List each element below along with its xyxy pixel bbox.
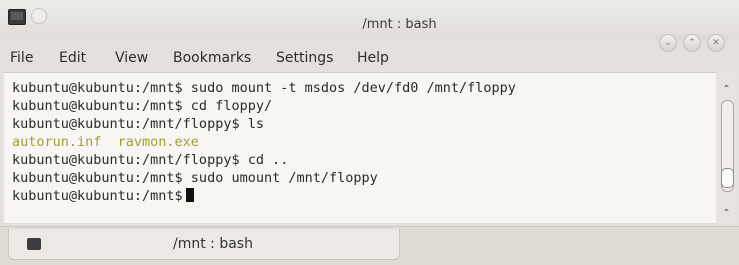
terminal-prompt-line: kubuntu@kubuntu:/mnt$ bbox=[12, 187, 194, 205]
tab-mnt-bash[interactable]: /mnt : bash bbox=[8, 229, 400, 260]
scroll-down-icon[interactable]: ⌃ bbox=[720, 208, 733, 220]
terminal-prompt: kubuntu@kubuntu:/mnt$ bbox=[12, 188, 183, 204]
terminal-line: kubuntu@kubuntu:/mnt/floppy$ ls bbox=[12, 116, 264, 132]
chevron-down-icon[interactable]: ⌄ bbox=[659, 34, 677, 52]
vertical-scrollbar[interactable]: ⌃ ⌃ bbox=[716, 72, 737, 224]
menu-settings[interactable]: Settings bbox=[276, 50, 333, 66]
terminal-line: kubuntu@kubuntu:/mnt$ sudo mount -t msdo… bbox=[12, 80, 516, 96]
window-title: /mnt : bash bbox=[362, 17, 437, 32]
tab-label: /mnt : bash bbox=[173, 236, 253, 252]
menu-edit[interactable]: Edit bbox=[59, 50, 86, 66]
terminal-line: kubuntu@kubuntu:/mnt$ cd floppy/ bbox=[12, 98, 273, 114]
terminal-output[interactable]: kubuntu@kubuntu:/mnt$ sudo mount -t msdo… bbox=[4, 72, 716, 223]
close-icon[interactable]: ✕ bbox=[707, 34, 725, 52]
terminal-icon bbox=[27, 238, 41, 250]
window-controls: ⌄ ⌃ ✕ bbox=[659, 34, 725, 52]
chevron-up-icon[interactable]: ⌃ bbox=[683, 34, 701, 52]
menu-help[interactable]: Help bbox=[357, 50, 389, 66]
text-cursor bbox=[185, 188, 194, 202]
scrollbar-thumb[interactable] bbox=[721, 168, 734, 188]
menu-bookmarks[interactable]: Bookmarks bbox=[173, 50, 251, 66]
terminal-line: kubuntu@kubuntu:/mnt$ sudo umount /mnt/f… bbox=[12, 170, 378, 186]
konsole-window: /mnt : bash File Edit View Bookmarks Set… bbox=[0, 0, 739, 265]
title-bar[interactable]: /mnt : bash bbox=[0, 0, 739, 40]
scroll-up-icon[interactable]: ⌃ bbox=[720, 84, 733, 96]
terminal-line: kubuntu@kubuntu:/mnt/floppy$ cd .. bbox=[12, 152, 289, 168]
tab-bar: /mnt : bash bbox=[0, 226, 739, 265]
ls-output-line: autorun.inf ravmon.exe bbox=[12, 134, 199, 150]
menu-bar: File Edit View Bookmarks Settings Help bbox=[0, 38, 739, 72]
menu-view[interactable]: View bbox=[115, 50, 148, 66]
menu-file[interactable]: File bbox=[10, 50, 33, 66]
